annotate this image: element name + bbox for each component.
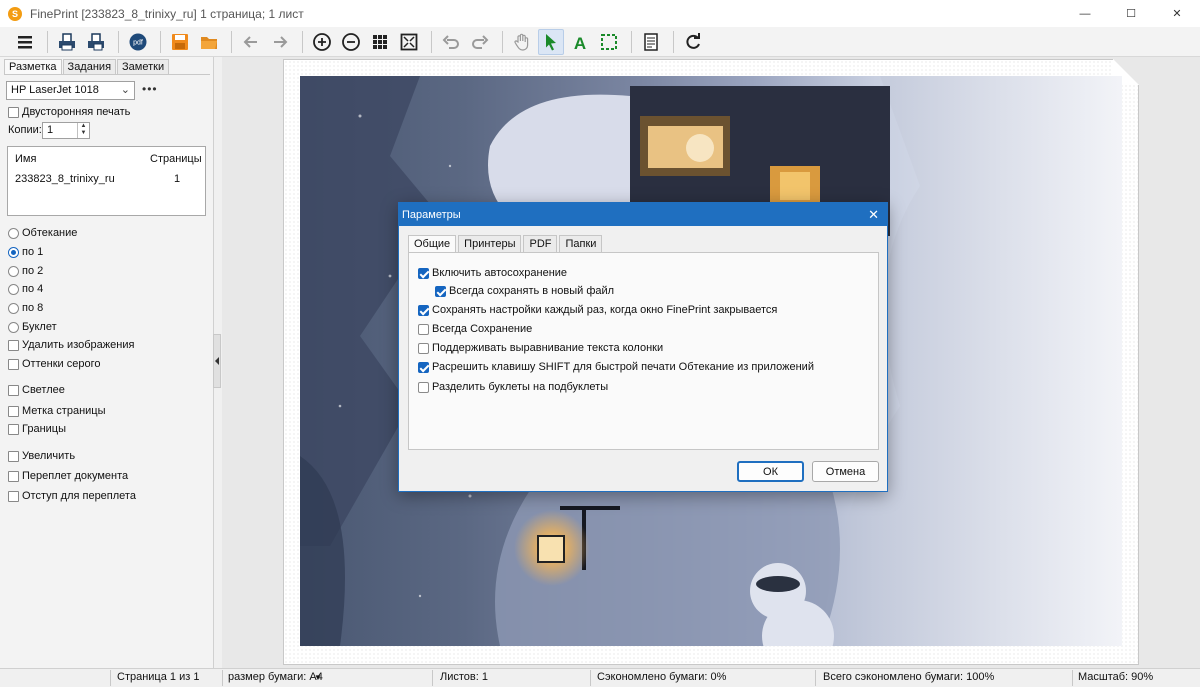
status-bar: Страница 1 из 1 размер бумаги: A4 ▼ Лист… bbox=[0, 668, 1200, 687]
page-label-checkbox[interactable]: Метка страницы bbox=[8, 405, 106, 417]
open-folder-icon[interactable] bbox=[196, 29, 222, 55]
status-page: Страница 1 из 1 bbox=[117, 671, 200, 683]
zoom-out-icon[interactable] bbox=[338, 29, 364, 55]
ok-button[interactable]: ОК bbox=[737, 461, 804, 482]
notes-icon[interactable] bbox=[638, 29, 664, 55]
arrow-right-icon[interactable] bbox=[267, 29, 293, 55]
enlarge-checkbox[interactable]: Увеличить bbox=[8, 450, 75, 462]
copies-input[interactable]: 1 ▲ ▼ bbox=[42, 122, 90, 139]
text-icon[interactable]: A bbox=[567, 29, 593, 55]
always-save-checkbox[interactable]: Всегда Сохранение bbox=[418, 323, 532, 335]
arrow-left-icon[interactable] bbox=[238, 29, 264, 55]
paper-size-dropdown-icon[interactable]: ▼ bbox=[314, 673, 322, 682]
column-header-name[interactable]: Имя bbox=[15, 153, 36, 165]
tab-folders[interactable]: Папки bbox=[559, 235, 603, 253]
tab-layout[interactable]: Разметка bbox=[4, 59, 62, 75]
refresh-icon[interactable] bbox=[680, 29, 706, 55]
printer-select[interactable]: HP LaserJet 1018 ⌄ bbox=[6, 81, 135, 100]
column-alignment-checkbox[interactable]: Поддерживать выравнивание текста колонки bbox=[418, 342, 663, 354]
minimize-button[interactable]: — bbox=[1062, 0, 1108, 27]
close-icon[interactable]: ✕ bbox=[868, 207, 879, 223]
tab-general[interactable]: Общие bbox=[408, 235, 457, 253]
column-header-pages[interactable]: Страницы bbox=[150, 153, 202, 165]
maximize-button[interactable]: ☐ bbox=[1108, 0, 1154, 27]
binding-margin-checkbox[interactable]: Отступ для переплета bbox=[8, 490, 136, 502]
job-name: 233823_8_trinixy_ru bbox=[15, 173, 115, 185]
layout-radio-wrap[interactable]: Обтекание bbox=[8, 227, 77, 239]
document-binding-checkbox[interactable]: Переплет документа bbox=[8, 470, 128, 482]
grayscale-checkbox[interactable]: Оттенки серого bbox=[8, 358, 100, 370]
copies-label: Копии: bbox=[8, 124, 42, 136]
job-list: Имя Страницы 233823_8_trinixy_ru 1 bbox=[7, 146, 206, 216]
printer-select-value: HP LaserJet 1018 bbox=[11, 84, 99, 96]
left-panel: Разметка Задания Заметки HP LaserJet 101… bbox=[0, 57, 214, 669]
status-zoom: Масштаб: 90% bbox=[1078, 671, 1154, 683]
lighter-checkbox[interactable]: Светлее bbox=[8, 384, 65, 396]
toolbar: pdf A bbox=[0, 27, 1200, 57]
parameters-dialog: Параметры ✕ Общие Принтеры PDF Папки Вкл… bbox=[398, 202, 888, 492]
svg-text:pdf: pdf bbox=[133, 39, 143, 46]
duplex-checkbox[interactable]: Двусторонняя печать bbox=[8, 106, 130, 118]
copies-stepper[interactable]: ▲ ▼ bbox=[77, 123, 89, 138]
borders-checkbox[interactable]: Границы bbox=[8, 423, 66, 435]
dialog-title: Параметры bbox=[402, 208, 461, 221]
window-title: FinePrint [233823_8_trinixy_ru] 1 страни… bbox=[30, 6, 304, 21]
tab-pdf[interactable]: PDF bbox=[523, 235, 558, 253]
tab-printers[interactable]: Принтеры bbox=[458, 235, 522, 253]
fit-page-icon[interactable] bbox=[396, 29, 422, 55]
shift-quick-print-checkbox[interactable]: Расрешить клавишу SHIFT для быстрой печа… bbox=[418, 361, 814, 373]
general-tab-panel: Включить автосохранение Всегда сохранять… bbox=[408, 252, 879, 450]
dialog-title-bar: Параметры ✕ bbox=[399, 203, 887, 226]
grid-icon[interactable] bbox=[367, 29, 393, 55]
split-booklets-checkbox[interactable]: Разделить буклеты на подбуклеты bbox=[418, 381, 608, 393]
app-icon: S bbox=[8, 6, 22, 21]
zoom-in-icon[interactable] bbox=[309, 29, 335, 55]
status-sheets: Листов: 1 bbox=[440, 671, 488, 683]
save-icon[interactable] bbox=[167, 29, 193, 55]
svg-text:A: A bbox=[574, 34, 586, 52]
layout-radio-2up[interactable]: по 2 bbox=[8, 265, 43, 277]
status-total-saved: Всего сэкономлено бумаги: 100% bbox=[823, 671, 995, 683]
cancel-button[interactable]: Отмена bbox=[812, 461, 879, 482]
save-new-file-checkbox[interactable]: Всегда сохранять в новый файл bbox=[435, 285, 614, 297]
close-window-button[interactable]: ✕ bbox=[1154, 0, 1200, 27]
layout-radio-4up[interactable]: по 4 bbox=[8, 283, 43, 295]
layout-radio-1up[interactable]: по 1 bbox=[8, 246, 43, 258]
save-settings-on-close-checkbox[interactable]: Сохранять настройки каждый раз, когда ок… bbox=[418, 304, 777, 316]
remove-images-checkbox[interactable]: Удалить изображения bbox=[8, 339, 134, 351]
hand-icon[interactable] bbox=[509, 29, 535, 55]
undo-icon[interactable] bbox=[438, 29, 464, 55]
tab-jobs[interactable]: Задания bbox=[62, 59, 117, 75]
status-paper-size[interactable]: размер бумаги: A4 bbox=[228, 671, 323, 683]
menu-icon[interactable] bbox=[12, 29, 38, 55]
autosave-checkbox[interactable]: Включить автосохранение bbox=[418, 267, 567, 279]
panel-splitter[interactable] bbox=[213, 334, 221, 388]
print-settings-icon[interactable] bbox=[83, 29, 109, 55]
redo-icon[interactable] bbox=[467, 29, 493, 55]
status-paper-saved: Сэкономлено бумаги: 0% bbox=[597, 671, 727, 683]
print-icon[interactable] bbox=[54, 29, 80, 55]
select-rect-icon[interactable] bbox=[596, 29, 622, 55]
tab-notes[interactable]: Заметки bbox=[117, 59, 170, 75]
more-button[interactable]: ••• bbox=[142, 82, 158, 96]
title-bar: S FinePrint [233823_8_trinixy_ru] 1 стра… bbox=[0, 0, 1200, 27]
job-pages: 1 bbox=[174, 173, 181, 185]
pdf-icon[interactable]: pdf bbox=[125, 29, 151, 55]
chevron-down-icon: ⌄ bbox=[120, 84, 130, 96]
layout-radio-8up[interactable]: по 8 bbox=[8, 302, 43, 314]
pointer-icon[interactable] bbox=[538, 28, 564, 55]
layout-radio-booklet[interactable]: Буклет bbox=[8, 321, 57, 333]
